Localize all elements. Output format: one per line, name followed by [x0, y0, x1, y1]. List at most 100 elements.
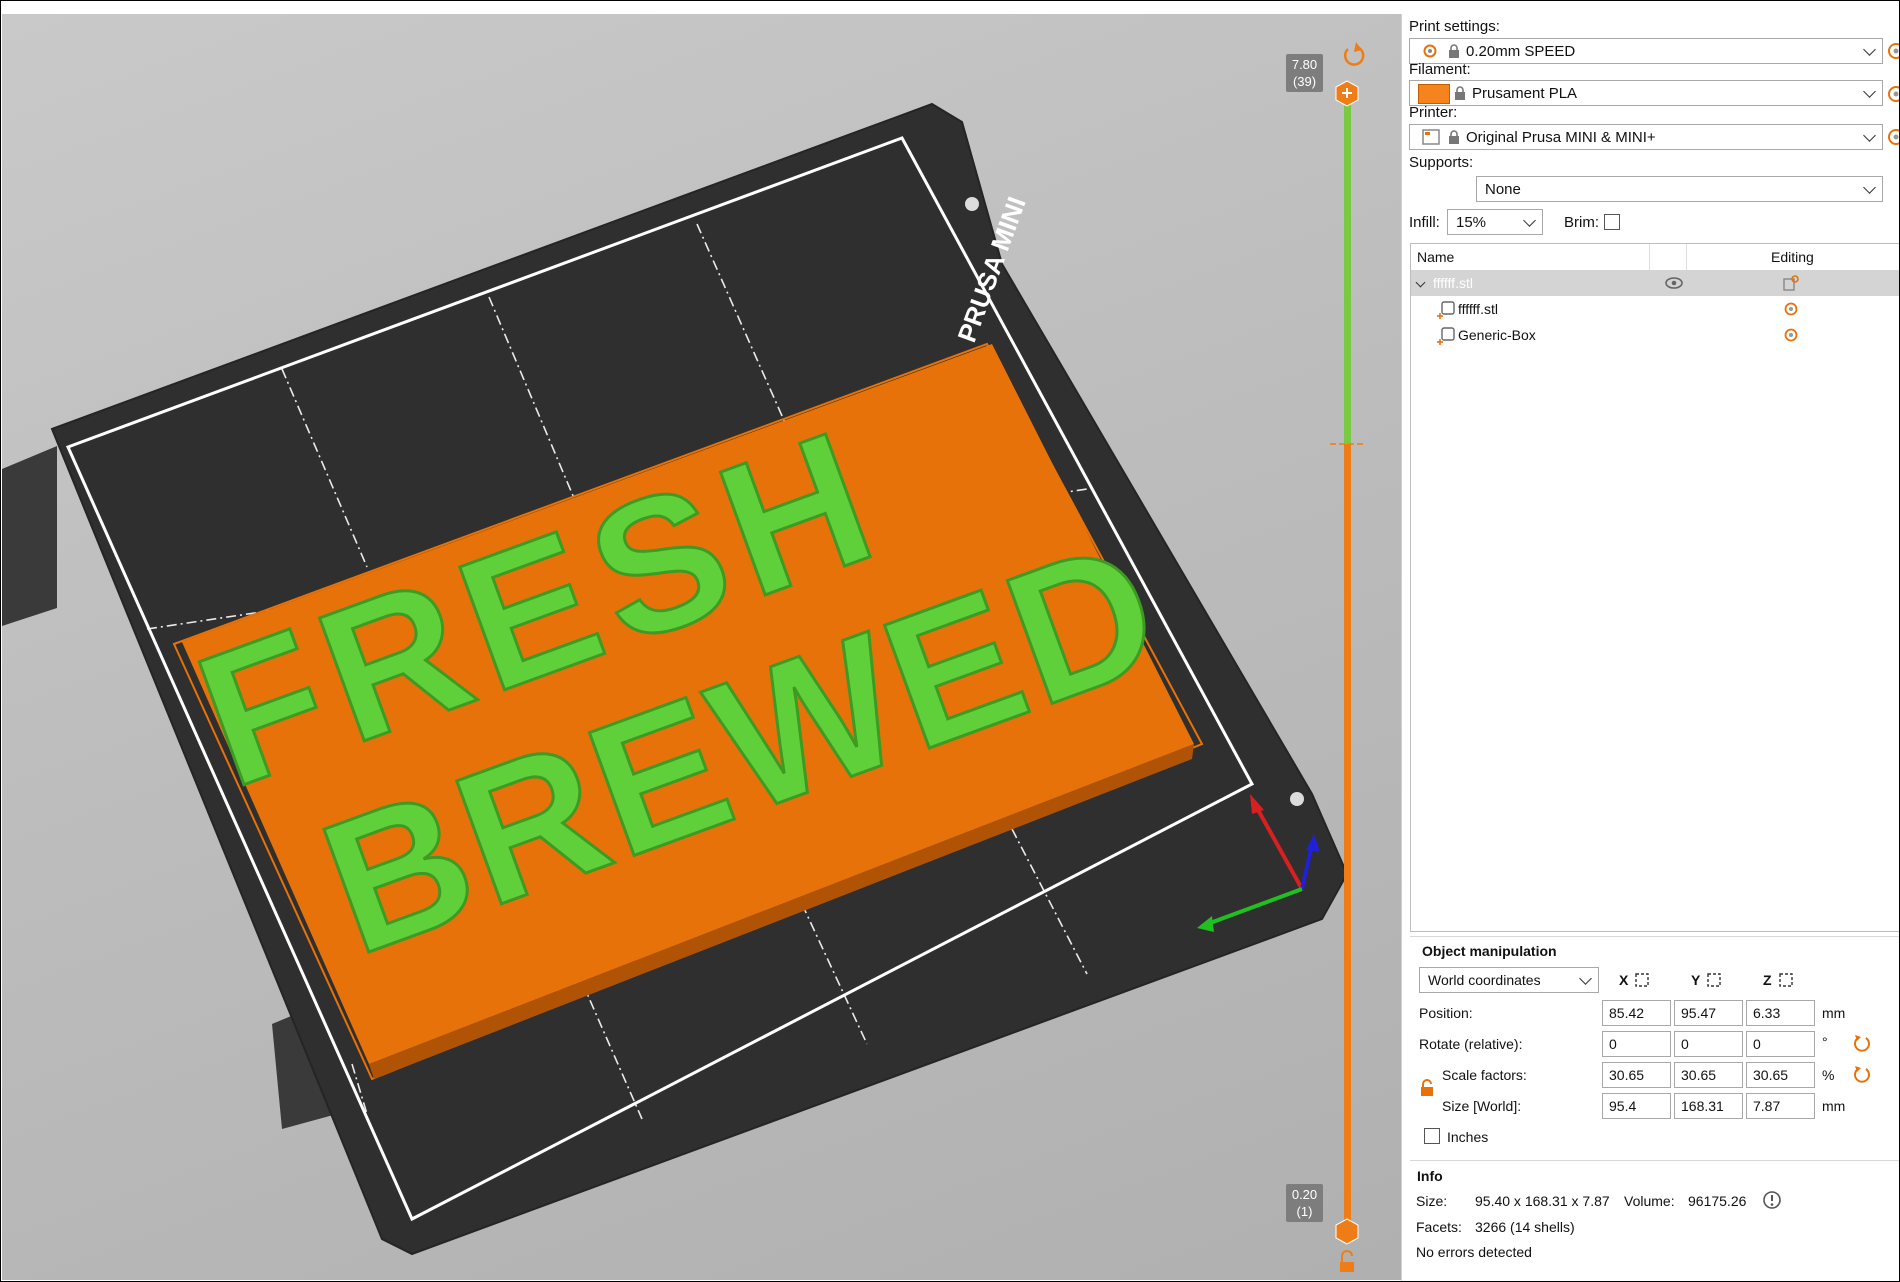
lock-icon	[1455, 86, 1465, 100]
supports-combo[interactable]: None	[1476, 176, 1883, 202]
object-list[interactable]: Name Editing ffffff.stl ffffff.stl Gener…	[1410, 243, 1899, 932]
part-icon	[1437, 327, 1455, 345]
edit-object-icon[interactable]	[1783, 275, 1799, 291]
info-title: Info	[1417, 1168, 1443, 1184]
slider-bottom-thumb[interactable]	[1335, 1218, 1359, 1245]
slider-lower-track[interactable]	[1344, 444, 1351, 1234]
rotate-label: Rotate (relative):	[1419, 1036, 1523, 1052]
coordinate-system-combo[interactable]: World coordinates	[1419, 967, 1599, 993]
scale-label: Scale factors:	[1442, 1067, 1527, 1083]
info-volume-label: Volume:	[1624, 1193, 1675, 1209]
print-settings-label: Print settings:	[1409, 18, 1500, 35]
position-y-input[interactable]: 95.47	[1674, 1000, 1743, 1026]
info-size-label: Size:	[1416, 1193, 1448, 1209]
object-row-parent[interactable]: ffffff.stl	[1411, 270, 1899, 296]
size-label: Size [World]:	[1442, 1098, 1522, 1114]
axis-x-label: X	[1619, 972, 1629, 988]
bed-clip-left	[2, 446, 57, 626]
gear-icon	[1423, 44, 1437, 58]
infill-combo[interactable]: 15%	[1447, 209, 1543, 235]
warning-info-icon[interactable]	[1762, 1190, 1782, 1210]
sidebar-panel: Print settings: 0.20mm SPEED Filament: P…	[1401, 14, 1900, 1281]
settings-gear-icon[interactable]	[1886, 41, 1900, 61]
lock-icon[interactable]	[1340, 1262, 1354, 1272]
rotate-z-input[interactable]: 0	[1746, 1031, 1815, 1057]
chevron-down-icon	[1863, 181, 1876, 194]
layer-slider[interactable]	[1330, 42, 1365, 1272]
print-settings-value: 0.20mm SPEED	[1466, 43, 1576, 60]
printer-icon	[1422, 129, 1440, 145]
part-name: ffffff.stl	[1458, 301, 1498, 317]
brim-checkbox[interactable]	[1604, 214, 1620, 230]
filament-combo[interactable]: Prusament PLA	[1409, 80, 1883, 106]
drop-to-bed-icon[interactable]	[1634, 972, 1650, 988]
filament-gear-icon[interactable]	[1886, 84, 1900, 104]
plater-scene[interactable]: PRUSA MINI FRESH BREWED	[2, 14, 1401, 1280]
chevron-down-icon	[1863, 129, 1876, 142]
info-facets-value: 3266 (14 shells)	[1475, 1219, 1575, 1235]
slider-bottom-layer: (1)	[1296, 1204, 1313, 1219]
lock-icon	[1449, 130, 1459, 144]
size-x-input[interactable]: 95.4	[1602, 1093, 1671, 1119]
info-status: No errors detected	[1416, 1244, 1532, 1260]
gear-icon[interactable]	[1783, 301, 1799, 317]
column-divider	[1686, 244, 1687, 270]
unlock-scale-icon[interactable]	[1419, 1079, 1435, 1097]
drop-to-bed-icon[interactable]	[1778, 972, 1794, 988]
filament-color-swatch	[1418, 84, 1450, 104]
size-z-input[interactable]: 7.87	[1746, 1093, 1815, 1119]
slider-bottom-label: 0.20 (1)	[1286, 1184, 1323, 1222]
manipulation-title: Object manipulation	[1422, 943, 1557, 959]
object-name: ffffff.stl	[1433, 275, 1473, 291]
rotate-y-input[interactable]: 0	[1674, 1031, 1743, 1057]
info-facets-label: Facets:	[1416, 1219, 1462, 1235]
printer-combo[interactable]: Original Prusa MINI & MINI+	[1409, 124, 1883, 150]
scale-z-input[interactable]: 30.65	[1746, 1062, 1815, 1088]
position-label: Position:	[1419, 1005, 1473, 1021]
bed-hole	[1290, 792, 1304, 806]
position-unit: mm	[1822, 1005, 1846, 1021]
coordinate-system-value: World coordinates	[1428, 972, 1541, 988]
column-name-header[interactable]: Name	[1417, 244, 1454, 270]
bed-hole	[965, 197, 979, 211]
rotate-unit: °	[1822, 1034, 1828, 1050]
position-x-input[interactable]: 85.42	[1602, 1000, 1671, 1026]
reset-rotation-icon[interactable]	[1852, 1033, 1872, 1053]
inches-checkbox[interactable]	[1424, 1128, 1440, 1144]
scale-x-input[interactable]: 30.65	[1602, 1062, 1671, 1088]
column-divider	[1649, 244, 1650, 270]
3d-viewport[interactable]: PRUSA MINI FRESH BREWED 7.80 (39) 0.20 (…	[2, 14, 1401, 1280]
gear-icon[interactable]	[1783, 327, 1799, 343]
lock-icon	[1449, 44, 1459, 58]
chevron-down-icon	[1579, 972, 1592, 985]
object-row-part[interactable]: Generic-Box	[1411, 322, 1899, 348]
slider-top-layer: (39)	[1292, 74, 1317, 89]
position-z-input[interactable]: 6.33	[1746, 1000, 1815, 1026]
reset-scale-icon[interactable]	[1852, 1064, 1872, 1084]
printer-label: Printer:	[1409, 104, 1458, 121]
printer-gear-icon[interactable]	[1886, 127, 1900, 147]
part-icon	[1437, 301, 1455, 319]
slider-top-label: 7.80 (39)	[1286, 54, 1323, 92]
brim-label: Brim:	[1564, 214, 1599, 231]
print-settings-combo[interactable]: 0.20mm SPEED	[1409, 38, 1883, 64]
size-unit: mm	[1822, 1098, 1846, 1114]
inches-label: Inches	[1447, 1129, 1489, 1145]
infill-label: Infill:	[1409, 214, 1440, 231]
object-row-part[interactable]: ffffff.stl	[1411, 296, 1899, 322]
printer-value: Original Prusa MINI & MINI+	[1466, 129, 1656, 146]
slider-top-height: 7.80	[1291, 57, 1318, 72]
axis-y-label: Y	[1691, 972, 1701, 988]
drop-to-bed-icon[interactable]	[1706, 972, 1722, 988]
separator	[1410, 1160, 1899, 1161]
chevron-down-icon	[1863, 85, 1876, 98]
expand-chevron-icon[interactable]	[1415, 277, 1426, 288]
info-size-value: 95.40 x 168.31 x 7.87	[1475, 1193, 1610, 1209]
slider-upper-track[interactable]	[1344, 92, 1351, 444]
rotate-x-input[interactable]: 0	[1602, 1031, 1671, 1057]
size-y-input[interactable]: 168.31	[1674, 1093, 1743, 1119]
column-editing-header[interactable]: Editing	[1771, 244, 1814, 270]
eye-icon[interactable]	[1664, 276, 1684, 290]
scale-y-input[interactable]: 30.65	[1674, 1062, 1743, 1088]
separator	[1410, 936, 1899, 937]
